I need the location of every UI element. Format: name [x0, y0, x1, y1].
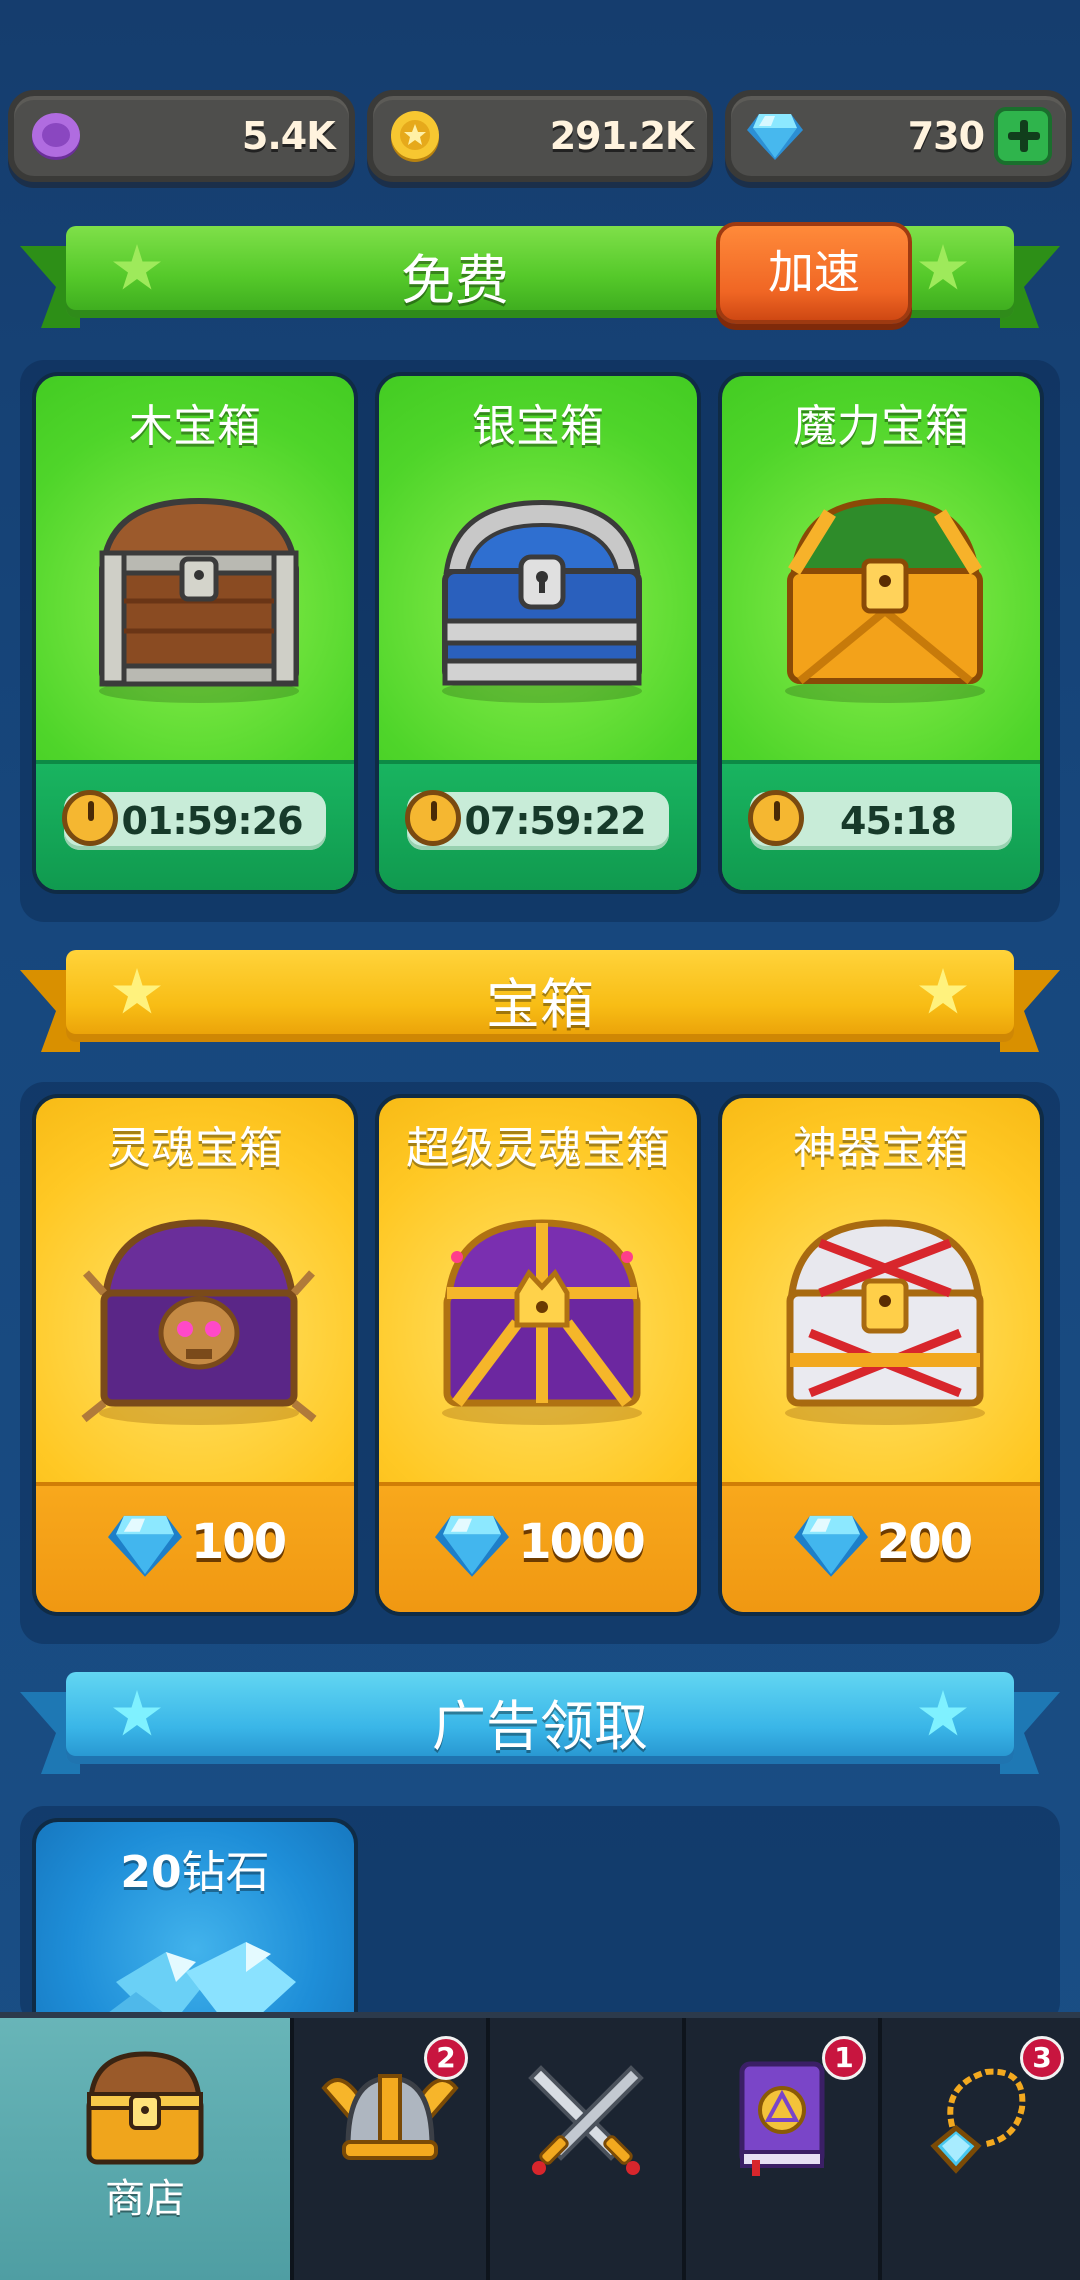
diamond-currency: 730: [725, 90, 1073, 182]
chest-name: 神器宝箱: [793, 1123, 969, 1174]
wooden-chest-card[interactable]: 木宝箱 01:59:26: [32, 372, 358, 894]
currency-bar: 5.4K 291.2K 730: [8, 90, 1073, 186]
nav-label-shop: 商店: [105, 2176, 185, 2222]
magic-chest-card[interactable]: 魔力宝箱 45:18: [718, 372, 1044, 894]
soul-amount: 5.4K: [241, 114, 336, 158]
diamond-icon: [747, 114, 804, 160]
clock-icon: [62, 790, 118, 846]
chest-name: 木宝箱: [129, 401, 261, 452]
amulet-icon: [930, 2068, 1026, 2174]
artifact-chest-card[interactable]: 神器宝箱 200: [718, 1094, 1044, 1616]
diamond-icon: [107, 1515, 182, 1577]
wooden-chest-icon: [99, 497, 299, 703]
ad-rewards-panel: 20钻石: [20, 1806, 1060, 2058]
paid-chests-panel: 灵魂宝箱 100 超级灵魂宝箱 1000 神器宝箱 200: [20, 1082, 1060, 1644]
clock-icon: [405, 790, 461, 846]
super-soul-chest-icon: [442, 1219, 642, 1425]
free-chests-panel: 木宝箱 01:59:26 银宝箱 07:59:22 魔力宝箱 45:18: [20, 360, 1060, 922]
ads-section-title: 广告领取: [432, 1695, 648, 1758]
diamond-amount: 730: [907, 114, 985, 158]
soul-chest-icon: [81, 1219, 317, 1425]
silver-chest-card[interactable]: 银宝箱 07:59:22: [375, 372, 701, 894]
diamond-icon: [435, 1515, 510, 1577]
ads-section-banner: 广告领取: [20, 1672, 1060, 1780]
chest-name: 魔力宝箱: [793, 401, 969, 452]
gold-amount: 291.2K: [549, 114, 695, 158]
notification-badge: 3: [1020, 2036, 1064, 2080]
chest-name: 银宝箱: [472, 401, 604, 452]
chest-price: 200: [876, 1514, 973, 1570]
diamond-icon: [793, 1515, 868, 1577]
chest-name: 灵魂宝箱: [107, 1123, 283, 1174]
chest-name: 超级灵魂宝箱: [406, 1123, 670, 1174]
silver-chest-icon: [442, 499, 642, 703]
shop-chest-icon: [86, 2051, 204, 2165]
spellbook-icon: [739, 2061, 825, 2176]
free-section-banner: 免费 加速: [20, 222, 1060, 334]
crossed-swords-icon: [528, 2065, 644, 2175]
reward-amount: 20: [120, 1847, 182, 1898]
chest-price: 1000: [518, 1514, 646, 1570]
gold-coin-icon: [390, 111, 439, 162]
nav-tab-shop[interactable]: 商店: [0, 2018, 294, 2280]
chest-price: 100: [190, 1514, 287, 1570]
speed-up-button[interactable]: 加速: [716, 222, 912, 324]
nav-tab-artifacts[interactable]: 3: [882, 2018, 1080, 2280]
soul-currency: 5.4K: [8, 90, 355, 182]
soul-token-icon: [32, 113, 80, 160]
magic-chest-icon: [785, 497, 985, 703]
artifact-chest-icon: [785, 1219, 985, 1425]
notification-badge: 2: [424, 2036, 468, 2080]
super-soul-chest-card[interactable]: 超级灵魂宝箱 1000: [375, 1094, 701, 1616]
bottom-nav: 商店 2 1 3: [0, 2012, 1080, 2280]
add-diamonds-button[interactable]: [994, 107, 1053, 165]
clock-icon: [748, 790, 804, 846]
nav-tab-spellbook[interactable]: 1: [686, 2018, 882, 2280]
chests-section-title: 宝箱: [486, 973, 594, 1036]
soul-chest-card[interactable]: 灵魂宝箱 100: [32, 1094, 358, 1616]
notification-badge: 1: [822, 2036, 866, 2080]
gold-currency: 291.2K: [366, 90, 714, 182]
nav-tab-heroes[interactable]: 2: [294, 2018, 490, 2280]
chests-section-banner: 宝箱: [20, 950, 1060, 1058]
reward-label: 钻石: [181, 1847, 270, 1898]
nav-tab-battle[interactable]: [490, 2018, 686, 2280]
